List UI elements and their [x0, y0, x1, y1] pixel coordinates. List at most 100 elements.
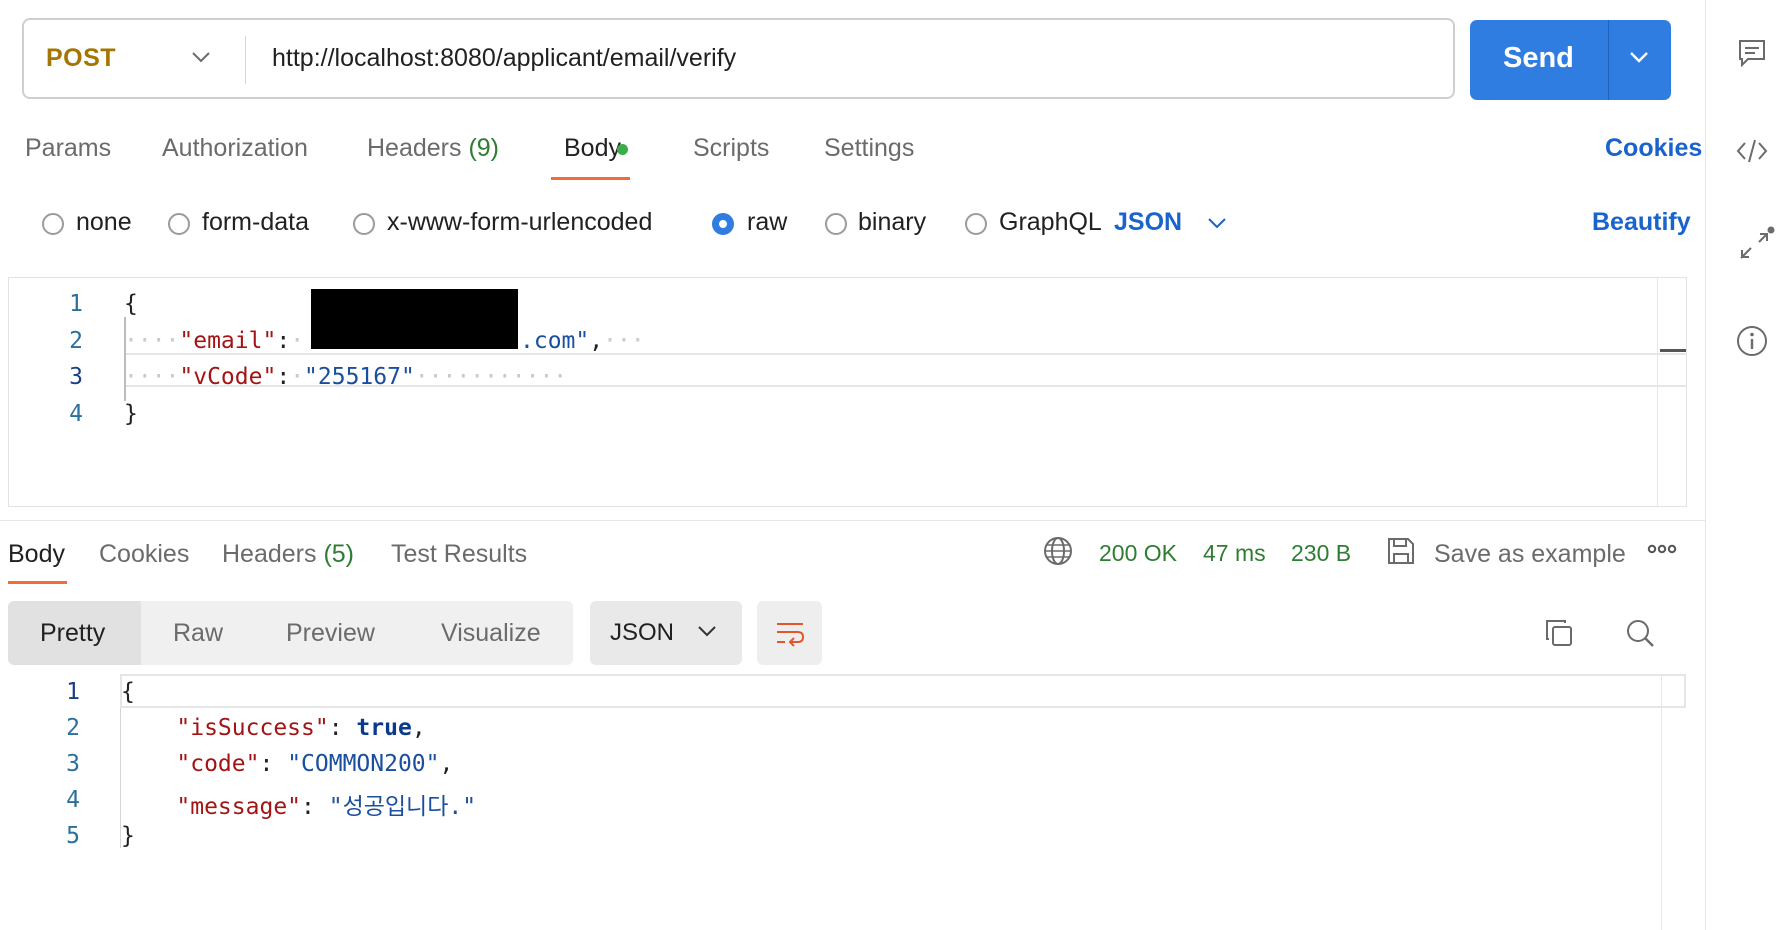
response-tab-test-results[interactable]: Test Results: [391, 540, 527, 569]
json-brace: {: [121, 679, 135, 705]
json-string: "255167": [304, 364, 415, 390]
more-icon[interactable]: [1647, 542, 1677, 556]
chevron-down-icon[interactable]: [696, 624, 718, 638]
right-sidebar-divider: [1705, 0, 1706, 930]
save-icon[interactable]: [1385, 535, 1417, 567]
line-number: 5: [66, 823, 80, 849]
radio-raw[interactable]: [712, 213, 734, 235]
request-body-editor[interactable]: [8, 277, 1687, 507]
line-number: 1: [66, 679, 80, 705]
response-scrollbar-track: [1661, 674, 1662, 930]
response-tab-headers[interactable]: Headers (5): [222, 540, 354, 569]
response-time[interactable]: 47 ms: [1203, 540, 1266, 567]
url-divider: [245, 36, 246, 84]
chevron-down-icon[interactable]: [1206, 216, 1228, 230]
radio-form-data[interactable]: [168, 213, 190, 235]
code-line: {: [124, 291, 138, 317]
editor-scrollbar-thumb[interactable]: [1660, 349, 1686, 352]
wrap-lines-icon[interactable]: [774, 617, 806, 649]
collapse-icon[interactable]: [1735, 226, 1775, 266]
json-brace: }: [124, 401, 138, 427]
radio-binary[interactable]: [825, 213, 847, 235]
json-key: "code": [176, 751, 260, 777]
view-mode-pretty[interactable]: Pretty: [40, 619, 105, 648]
code-line: ····"vCode":·"255167"···········: [124, 364, 568, 390]
response-headers-count: (5): [323, 540, 355, 568]
line-number: 4: [69, 401, 83, 427]
tab-authorization[interactable]: Authorization: [162, 134, 308, 163]
copy-icon[interactable]: [1543, 617, 1575, 649]
body-modified-dot: [617, 144, 628, 155]
chevron-down-icon[interactable]: [1628, 50, 1650, 64]
json-key: "email": [179, 328, 277, 354]
active-tab-underline: [551, 177, 630, 180]
save-as-example-button[interactable]: Save as example: [1434, 540, 1626, 569]
line-number: 4: [66, 787, 80, 813]
code-line: }: [124, 401, 138, 427]
view-mode-preview[interactable]: Preview: [286, 619, 375, 648]
code-line: "isSuccess": true,: [176, 715, 426, 741]
json-brace: }: [121, 823, 135, 849]
search-icon[interactable]: [1624, 617, 1656, 649]
view-mode-visualize[interactable]: Visualize: [441, 619, 541, 648]
headers-count: (9): [468, 134, 500, 162]
raw-format-select[interactable]: JSON: [1114, 208, 1182, 237]
code-line: .com",···: [520, 328, 645, 354]
beautify-button[interactable]: Beautify: [1592, 208, 1691, 237]
request-url-bar: [22, 18, 1455, 99]
line-number: 2: [66, 715, 80, 741]
tab-headers[interactable]: Headers (9): [367, 134, 499, 163]
code-line: }: [121, 823, 135, 849]
url-input[interactable]: http://localhost:8080/applicant/email/ve…: [272, 44, 736, 73]
send-divider: [1608, 20, 1609, 100]
globe-icon[interactable]: [1042, 535, 1074, 567]
method-select[interactable]: POST: [46, 44, 116, 73]
line-number: 3: [69, 364, 83, 390]
json-key: "isSuccess": [176, 715, 329, 741]
info-icon[interactable]: [1735, 324, 1769, 358]
tab-headers-label: Headers: [367, 134, 462, 162]
code-line: "code": "COMMON200",: [176, 751, 454, 777]
radio-none-label[interactable]: none: [76, 208, 132, 237]
radio-none[interactable]: [42, 213, 64, 235]
response-tab-headers-label: Headers: [222, 540, 317, 568]
comment-icon[interactable]: [1735, 36, 1769, 70]
response-size[interactable]: 230 B: [1291, 540, 1351, 567]
tab-scripts[interactable]: Scripts: [693, 134, 769, 163]
json-brace: {: [124, 291, 138, 317]
code-icon[interactable]: [1735, 134, 1769, 168]
json-key: "message": [176, 794, 302, 820]
radio-graphql-label[interactable]: GraphQL: [999, 208, 1102, 237]
view-mode-raw[interactable]: Raw: [173, 619, 223, 648]
status-code[interactable]: 200 OK: [1099, 540, 1177, 567]
line-number: 1: [69, 291, 83, 317]
json-string: "성공입니다.": [328, 794, 477, 820]
radio-x-www-form-urlencoded-label[interactable]: x-www-form-urlencoded: [387, 208, 652, 237]
radio-binary-label[interactable]: binary: [858, 208, 926, 237]
cookies-link[interactable]: Cookies: [1605, 134, 1702, 163]
json-boolean: true: [356, 715, 412, 741]
json-key: "vCode": [179, 364, 277, 390]
editor-scrollbar-track: [1657, 277, 1658, 507]
response-format-label[interactable]: JSON: [610, 619, 674, 647]
current-line-highlight: [120, 674, 1686, 708]
response-tab-body[interactable]: Body: [8, 540, 65, 569]
radio-x-www-form-urlencoded[interactable]: [353, 213, 375, 235]
active-tab-underline: [8, 581, 67, 584]
redacted-email: [311, 289, 518, 349]
tab-settings[interactable]: Settings: [824, 134, 914, 163]
json-string: .com": [520, 328, 590, 354]
radio-raw-label[interactable]: raw: [747, 208, 787, 237]
line-number: 2: [69, 328, 83, 354]
line-number: 3: [66, 751, 80, 777]
tab-body[interactable]: Body: [564, 134, 621, 163]
pane-divider[interactable]: [0, 520, 1705, 521]
chevron-down-icon[interactable]: [190, 50, 212, 64]
code-line: {: [121, 679, 135, 705]
send-button-label[interactable]: Send: [1503, 42, 1574, 75]
radio-graphql[interactable]: [965, 213, 987, 235]
tab-params[interactable]: Params: [25, 134, 111, 163]
code-line: ····"email":·: [124, 328, 305, 354]
radio-form-data-label[interactable]: form-data: [202, 208, 309, 237]
response-tab-cookies[interactable]: Cookies: [99, 540, 189, 569]
